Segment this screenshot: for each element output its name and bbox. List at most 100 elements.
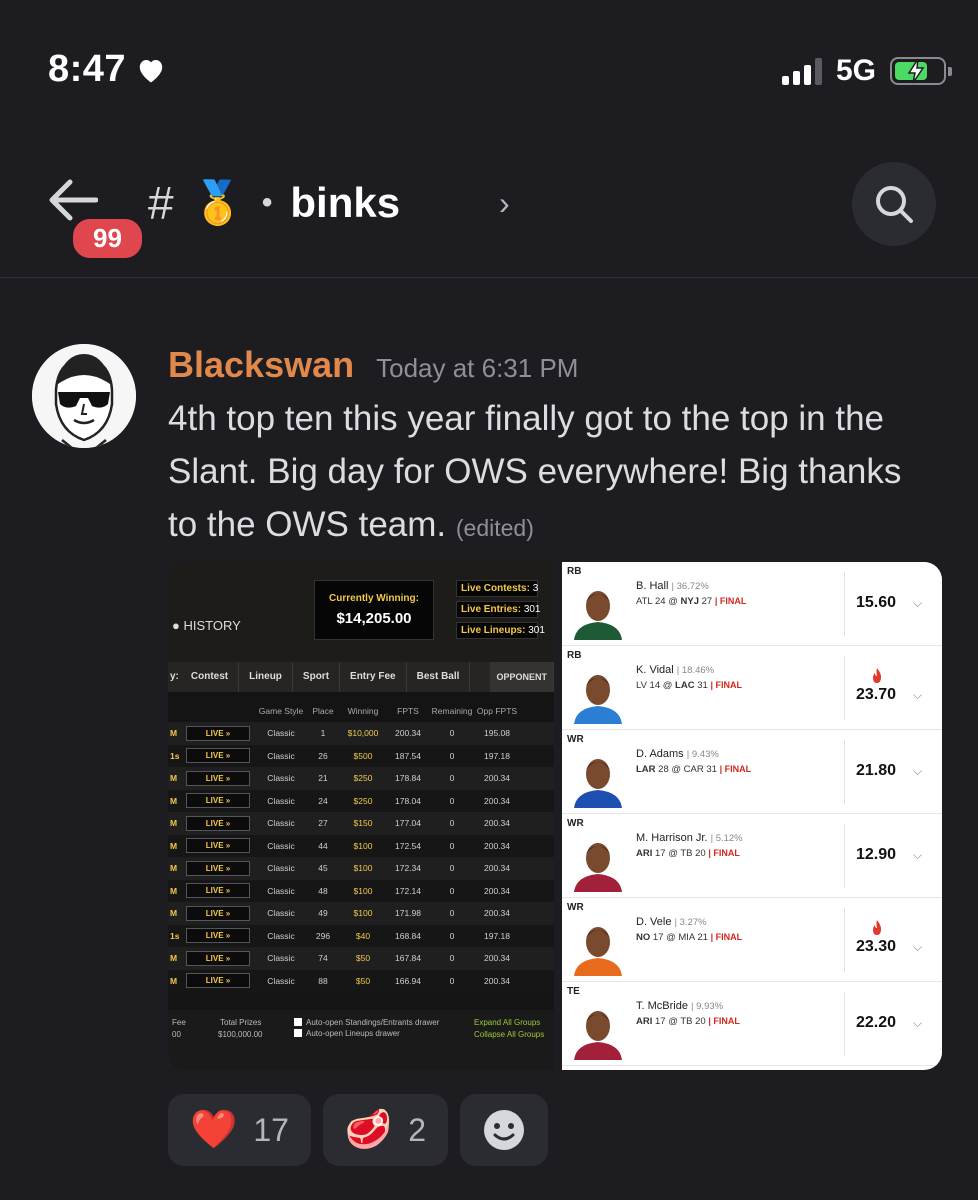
player-name: D. Vele | 3.27%	[636, 916, 707, 928]
chevron-down-icon: ⌵	[913, 1016, 923, 1030]
avatar[interactable]	[32, 344, 136, 448]
live-button: LIVE »	[186, 793, 250, 809]
smiley-add-reaction-icon	[484, 1110, 525, 1150]
tab-sport: Sport	[293, 662, 341, 692]
player-position: RB	[567, 650, 582, 661]
live-button: LIVE »	[186, 905, 250, 921]
author-name[interactable]: Blackswan	[168, 344, 354, 386]
player-photo	[570, 584, 626, 640]
player-position: TE	[567, 986, 580, 997]
live-button: LIVE »	[186, 883, 250, 899]
chevron-down-icon: ⌵	[913, 688, 923, 702]
live-button: LIVE »	[186, 973, 250, 989]
live-lineups: Live Lineups: 301	[456, 622, 545, 639]
tab-lineup: Lineup	[239, 662, 293, 692]
add-reaction-button[interactable]	[460, 1094, 549, 1166]
history-link: ● HISTORY	[172, 618, 241, 633]
player-name: T. McBride | 9.93%	[636, 1000, 724, 1012]
tab-opponent: OPPONENT	[490, 662, 554, 692]
player-row[interactable]: WR D. Adams | 9.43% LAR 28 @ CAR 31 | FINA…	[562, 730, 942, 814]
search-button[interactable]	[852, 162, 936, 246]
message-body: 4th top ten this year finally got to the…	[168, 399, 902, 544]
fire-icon	[873, 920, 881, 935]
currently-winning-box: Currently Winning: $14,205.00	[314, 580, 434, 640]
live-button: LIVE »	[186, 928, 250, 944]
heart-reaction-icon: ❤️	[190, 1109, 238, 1151]
reactions-bar: ❤️ 17 🥩 2	[168, 1094, 549, 1166]
table-row: M LIVE » Classic 24 $250 178.04 0 200.34	[168, 789, 554, 812]
scoreboard-table: Game Style Place Winning FPTS Remaining …	[168, 700, 554, 992]
table-row: 1s LIVE » Classic 296 $40 168.84 0 197.18	[168, 924, 554, 947]
live-button: LIVE »	[186, 748, 250, 764]
fire-icon	[873, 668, 881, 683]
live-button: LIVE »	[186, 950, 250, 966]
tab-contest: Contest	[181, 662, 240, 692]
signal-icon	[781, 57, 822, 85]
player-photo	[570, 752, 626, 808]
tab-entry-fee: Entry Fee	[340, 662, 407, 692]
live-button: LIVE »	[186, 838, 250, 854]
player-position: WR	[567, 902, 584, 913]
status-time: 8:47	[48, 48, 166, 91]
table-row: M LIVE » Classic 48 $100 172.14 0 200.34	[168, 879, 554, 902]
unread-badge: 99	[70, 216, 145, 261]
separator-dot: •	[261, 186, 273, 219]
scoreboard-footer: Fee 00 Total Prizes $100,000.00 Auto-ope…	[168, 1010, 554, 1070]
search-icon	[876, 186, 913, 223]
network-type: 5G	[835, 54, 876, 87]
scoreboard-header: Currently Winning: $14,205.00 Live Conte…	[168, 562, 554, 662]
player-row[interactable]: RB K. Vidal | 18.46% LV 14 @ LAC 31 | FINA…	[562, 646, 942, 730]
channel-header: 99 # 🥇 • binks ›	[0, 150, 978, 278]
message-text: 4th top ten this year finally got to the…	[168, 392, 938, 555]
tab-best-ball: Best Ball	[407, 662, 471, 692]
chevron-down-icon: ⌵	[913, 848, 923, 862]
reaction-count: 17	[253, 1111, 289, 1148]
player-game: NO 17 @ MIA 21 | FINAL	[636, 932, 743, 943]
chevron-down-icon: ⌵	[913, 940, 923, 954]
chevron-down-icon: ⌵	[913, 596, 923, 610]
medal-emoji-icon: 🥇	[191, 178, 244, 226]
reaction-heart[interactable]: ❤️ 17	[168, 1094, 311, 1166]
status-bar: 8:47 5G	[0, 0, 978, 140]
heart-icon	[139, 59, 163, 82]
player-photo	[570, 668, 626, 724]
image-attachment-scoreboard[interactable]: Currently Winning: $14,205.00 Live Conte…	[168, 562, 554, 1070]
battery-charging-icon	[890, 57, 952, 85]
channel-title[interactable]: # 🥇 • binks ›	[148, 176, 510, 230]
player-row[interactable]: RB B. Hall | 36.72% ATL 24 @ NYJ 27 | FINA…	[562, 562, 942, 646]
player-points: 12.90	[856, 846, 897, 863]
currently-winning-value: $14,205.00	[336, 610, 412, 627]
player-game: LV 14 @ LAC 31 | FINAL	[636, 680, 742, 691]
table-row: M LIVE » Classic 88 $50 166.94 0 200.34	[168, 969, 554, 992]
table-row: M LIVE » Classic 49 $100 171.98 0 200.34	[168, 902, 554, 925]
player-position: WR	[567, 818, 584, 829]
edited-label: (edited)	[455, 515, 534, 541]
channel-hash-icon: #	[148, 177, 174, 229]
scoreboard-tabs: y: Contest Lineup Sport Entry Fee Best B…	[168, 662, 554, 692]
player-name: D. Adams | 9.43%	[636, 748, 719, 760]
clock: 8:47	[48, 48, 127, 90]
player-points: 23.70	[856, 686, 897, 703]
channel-name: binks	[290, 179, 401, 226]
player-photo	[570, 920, 626, 976]
status-right: 5G	[781, 54, 952, 88]
table-header: Game Style Place Winning FPTS Remaining …	[258, 706, 518, 716]
reaction-steak[interactable]: 🥩 2	[322, 1094, 449, 1166]
player-points: 21.80	[856, 762, 897, 779]
player-row[interactable]: WR D. Vele | 3.27% NO 17 @ MIA 21 | FINAL 2…	[562, 898, 942, 982]
player-points: 23.30	[856, 938, 897, 955]
player-game: LAR 28 @ CAR 31 | FINAL	[636, 764, 752, 775]
player-row[interactable]: TE T. McBride | 9.93% ARI 17 @ TB 20 | FIN…	[562, 982, 942, 1066]
live-button: LIVE »	[186, 725, 250, 741]
table-row: M LIVE » Classic 27 $150 177.04 0 200.34	[168, 812, 554, 835]
live-button: LIVE »	[186, 815, 250, 831]
player-position: WR	[567, 734, 584, 745]
message-header: Blackswan Today at 6:31 PM	[168, 344, 578, 386]
player-name: B. Hall | 36.72%	[636, 580, 709, 592]
table-row: M LIVE » Classic 21 $250 178.84 0 200.34	[168, 767, 554, 790]
live-button: LIVE »	[186, 770, 250, 786]
table-row: M LIVE » Classic 45 $100 172.34 0 200.34	[168, 857, 554, 880]
table-row: 1s LIVE » Classic 26 $500 187.54 0 197.18	[168, 744, 554, 767]
image-attachment-lineup[interactable]: RB B. Hall | 36.72% ATL 24 @ NYJ 27 | FINA…	[562, 562, 942, 1070]
player-row[interactable]: WR M. Harrison Jr. | 5.12% ARI 17 @ TB 20 …	[562, 814, 942, 898]
